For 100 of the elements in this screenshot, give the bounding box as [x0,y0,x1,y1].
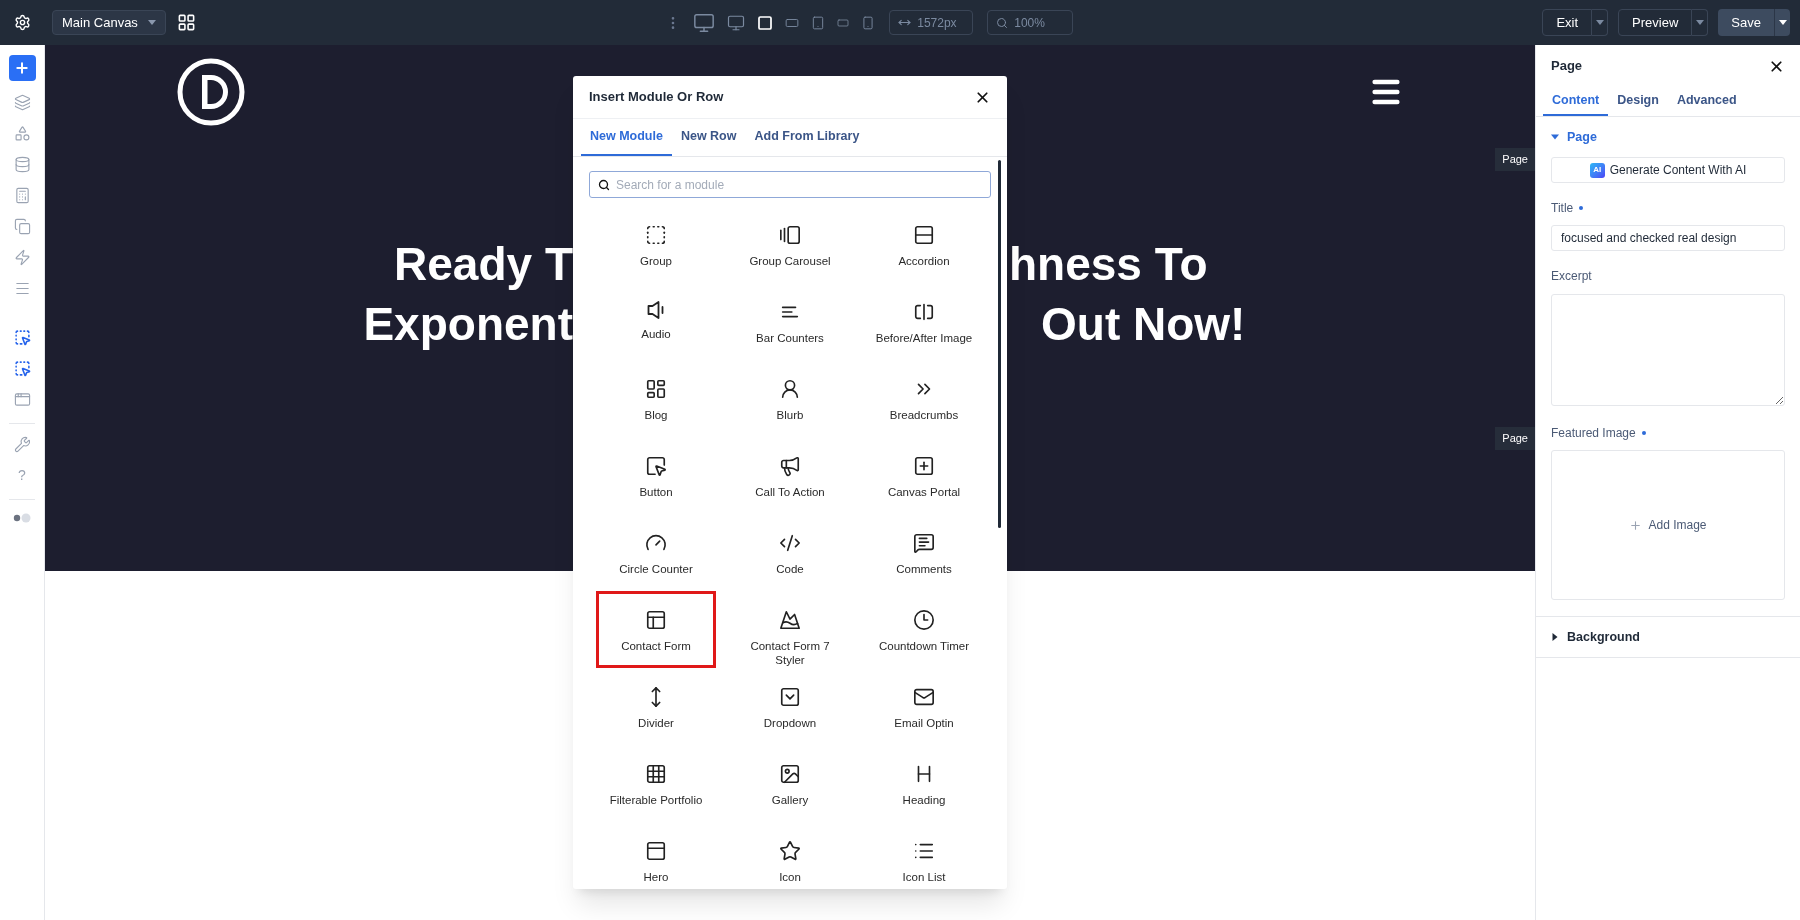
module-item[interactable]: Canvas Portal [864,437,984,514]
zoom-input[interactable]: 100% [1014,11,1073,34]
field-label: Excerpt [1551,268,1592,285]
scrollbar[interactable] [998,160,1001,528]
mail-icon [913,686,935,708]
monitor-icon[interactable] [693,11,716,34]
module-item[interactable]: Email Optin [864,668,984,745]
module-item[interactable]: Heading [864,745,984,822]
panel-tab[interactable]: Content [1543,87,1609,116]
square-icon[interactable] [757,14,774,31]
triangle-icon [1551,633,1559,641]
caret-icon [1778,20,1787,25]
phone-icon[interactable] [861,15,876,30]
module-item[interactable]: Contact Form 7 Styler [730,591,850,668]
pointer-icon [645,455,667,477]
split-image-icon [913,301,935,323]
window-icon[interactable] [13,391,31,408]
toggle-icon[interactable] [11,512,33,524]
logo-icon [176,57,246,127]
dialog-title: Insert Module Or Row [589,88,724,107]
module-item[interactable]: Circle Counter [596,514,716,591]
module-item[interactable]: Bar Counters [730,283,850,360]
module-item[interactable]: Accordion [864,206,984,283]
plus-icon [14,60,30,76]
module-item[interactable]: Group [596,206,716,283]
section-toggle[interactable]: Page [1551,117,1597,157]
caret-icon [148,20,156,25]
settings-icon[interactable] [14,14,31,31]
module-item[interactable]: Code [730,514,850,591]
lines-icon[interactable] [13,280,31,297]
dropdown-icon [779,686,801,708]
carousel-icon [779,224,801,246]
dialog-tab[interactable]: New Module [581,119,672,156]
module-item[interactable]: Audio [596,283,716,360]
canvas-select[interactable]: Main Canvas [52,10,166,35]
module-item[interactable]: Breadcrumbs [864,360,984,437]
add-image-button[interactable]: Add Image [1551,450,1785,600]
dropdown-button[interactable] [1774,9,1790,36]
module-item[interactable]: Blog [596,360,716,437]
pointer-icon[interactable] [13,360,31,377]
module-item[interactable]: Filterable Portfolio [596,745,716,822]
grid-icon [645,763,667,785]
module-item[interactable]: Comments [864,514,984,591]
search-icon [598,178,610,191]
excerpt-field[interactable] [1551,294,1785,406]
module-item[interactable]: Contact Form [596,591,716,668]
module-item[interactable]: Button [596,437,716,514]
toolbar-button[interactable]: Preview [1618,9,1693,36]
page-tag: Page [1495,427,1535,450]
panel-title: Page [1551,57,1583,76]
module-item[interactable]: Divider [596,668,716,745]
panel-tab[interactable]: Design [1608,87,1668,116]
module-item[interactable]: Call To Action [730,437,850,514]
module-item[interactable]: Blurb [730,360,850,437]
clock-icon [913,609,935,631]
dialog-tab[interactable]: Add From Library [745,119,869,156]
hero-heading: Out Now! [1040,301,1247,347]
generate-ai-button[interactable]: AI Generate Content With AI [1551,157,1785,183]
field-label: Featured Image [1551,425,1636,442]
module-item[interactable]: Icon [730,822,850,889]
layout-icon[interactable] [177,13,196,32]
module-item[interactable]: Group Carousel [730,206,850,283]
panel-icon [645,840,667,862]
rows-icon [913,224,935,246]
width-field[interactable]: 1572px [889,10,974,35]
add-button[interactable] [8,55,36,81]
field-label: Title [1551,200,1574,217]
star-icon [779,840,801,862]
calculator-icon[interactable] [13,187,31,204]
rectangle-icon[interactable] [837,16,850,29]
lightning-icon[interactable] [13,249,31,266]
toolbar-button[interactable]: Save [1718,9,1774,36]
layers-icon[interactable] [13,94,31,111]
title-field[interactable]: focused and checked real design [1551,225,1785,251]
plus-icon [1629,518,1643,532]
pointer-icon[interactable] [13,329,31,346]
triangle-icon [1551,133,1559,141]
panel-tab[interactable]: Advanced [1667,87,1746,116]
tablet-icon[interactable] [811,15,826,30]
module-item[interactable]: Icon List [864,822,984,889]
module-item[interactable]: Hero [596,822,716,889]
monitor-icon[interactable] [727,13,746,32]
shapes-icon[interactable] [13,125,31,142]
caret-icon [1595,20,1604,25]
module-item[interactable]: Dropdown [730,668,850,745]
megaphone-icon [779,455,801,477]
section-toggle[interactable]: Background [1551,627,1640,647]
module-item[interactable]: Before/After Image [864,283,984,360]
wrench-icon[interactable] [13,436,31,453]
toolbar-button[interactable]: Exit [1542,9,1593,36]
dialog-tab[interactable]: New Row [671,119,746,156]
database-icon[interactable] [13,156,31,173]
speaker-icon [647,301,665,319]
module-item[interactable]: Gallery [730,745,850,822]
zoom-field[interactable]: 100% [987,10,1074,35]
module-item[interactable]: Countdown Timer [864,591,984,668]
code-icon [779,532,801,554]
copy-icon[interactable] [13,218,31,235]
ai-badge: AI [1589,162,1605,178]
width-input[interactable]: 1572px [917,11,973,34]
